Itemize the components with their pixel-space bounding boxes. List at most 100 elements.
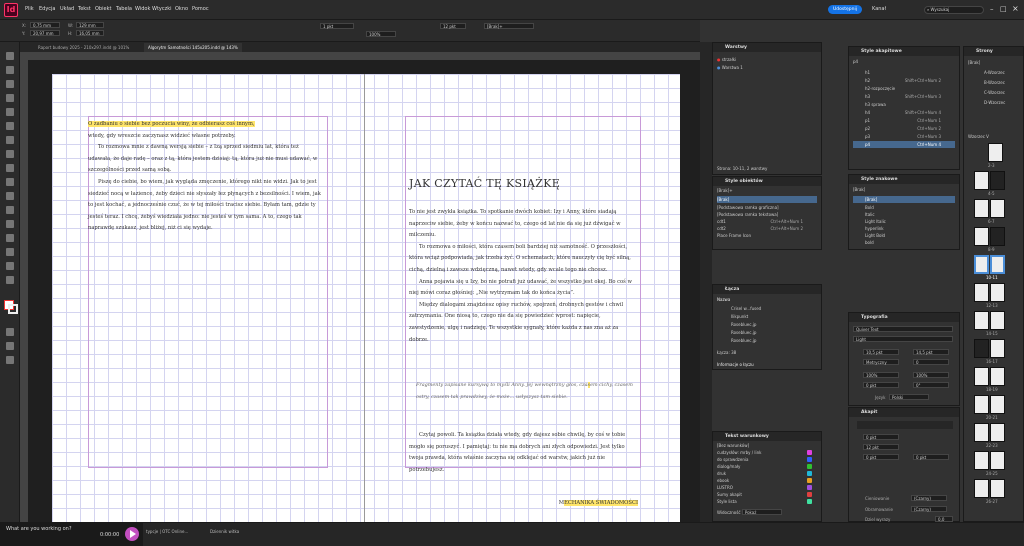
object-style-item[interactable]: [Brak] bbox=[717, 196, 817, 203]
line-tool-icon[interactable] bbox=[6, 122, 14, 130]
visibility-dropdown[interactable]: Pokaż bbox=[741, 509, 782, 515]
link-row[interactable]: Crisel w...fused bbox=[717, 305, 817, 312]
font-family-dropdown[interactable]: Quiver Text bbox=[853, 326, 953, 332]
pencil-tool-icon[interactable] bbox=[6, 150, 14, 158]
character-styles-title[interactable]: Style znakowe bbox=[849, 175, 959, 184]
condition-row[interactable]: Sumy akapit bbox=[717, 491, 817, 498]
layer-row[interactable]: ● Warstwa 1 bbox=[717, 64, 817, 71]
gap-tool-icon[interactable] bbox=[6, 94, 14, 102]
paragraph-style-item[interactable]: p2 Ctrl+Num 2 bbox=[853, 125, 955, 132]
character-style-item[interactable]: hyperlink bbox=[853, 225, 955, 232]
condition-row[interactable]: druk bbox=[717, 470, 817, 477]
menu-edit[interactable]: Edycja bbox=[39, 6, 56, 12]
menu-object[interactable]: Obiekt bbox=[95, 6, 111, 12]
character-style-item[interactable]: Italic bbox=[853, 211, 955, 218]
pen-tool-icon[interactable] bbox=[6, 136, 14, 144]
gradient-tool-icon[interactable] bbox=[6, 220, 14, 228]
condition-row[interactable]: do sprawdzenia bbox=[717, 456, 817, 463]
menu-text[interactable]: Tekst bbox=[78, 6, 91, 12]
type-tool-icon[interactable] bbox=[6, 108, 14, 116]
menu-plugins[interactable]: Wtyczki bbox=[152, 6, 172, 12]
eyedropper-tool-icon[interactable] bbox=[6, 248, 14, 256]
layers-panel-title[interactable]: Warstwy bbox=[713, 43, 821, 52]
page-thumbnail[interactable] bbox=[990, 367, 1005, 386]
zoom-field[interactable]: 100% bbox=[366, 31, 396, 37]
vertical-ruler[interactable] bbox=[20, 60, 28, 522]
border-color-dropdown[interactable]: (Czarny) bbox=[911, 506, 947, 512]
apply-color-icon[interactable] bbox=[6, 342, 14, 350]
page-thumbnail[interactable] bbox=[990, 171, 1005, 190]
leading-field[interactable]: 14,5 pkt bbox=[913, 349, 949, 355]
object-style-dropdown[interactable]: [Brak]+ bbox=[484, 23, 534, 29]
paragraph-style-item[interactable]: h4 Shift+Ctrl+Num 4 bbox=[853, 109, 955, 116]
conditional-text-title[interactable]: Tekst warunkowy bbox=[713, 432, 821, 441]
condition-row[interactable]: cudzysłów: mrby / link bbox=[717, 449, 817, 456]
menu-window[interactable]: Okno bbox=[175, 6, 188, 12]
paragraph-style-item[interactable]: h3 Shift+Ctrl+Num 3 bbox=[853, 93, 955, 100]
page-thumbnail[interactable] bbox=[990, 227, 1005, 246]
zoom-tool-icon[interactable] bbox=[6, 276, 14, 284]
page-thumbnail-selected[interactable] bbox=[974, 255, 989, 274]
condition-row[interactable]: LUSTRO bbox=[717, 484, 817, 491]
object-style-item[interactable]: [Podstawowa ramka tekstowa] bbox=[717, 211, 817, 218]
object-style-item[interactable]: [Podstawowa ramka graficzna] bbox=[717, 204, 817, 211]
horizontal-ruler[interactable] bbox=[20, 52, 700, 60]
page-thumbnail[interactable] bbox=[974, 199, 989, 218]
note-tool-icon[interactable] bbox=[6, 234, 14, 242]
vertical-scale-field[interactable]: 100% bbox=[863, 372, 899, 378]
page-thumbnail[interactable] bbox=[990, 423, 1005, 442]
links-column-header[interactable]: Nazwa bbox=[717, 296, 817, 303]
right-page-text[interactable]: To nie jest zwykła książka. To spotkanie… bbox=[409, 207, 637, 346]
link-info-header[interactable]: Informacje o łączu bbox=[717, 361, 817, 368]
page-thumbnail[interactable] bbox=[974, 395, 989, 414]
master-d[interactable]: D-Wzorzec bbox=[968, 99, 1019, 106]
paragraph-style-item[interactable]: p1 Ctrl+Num 1 bbox=[853, 117, 955, 124]
italic-quote[interactable]: Fragmenty zapisane kursywą to myśli Anny… bbox=[416, 380, 638, 403]
tracker-prompt[interactable]: What are you working on? bbox=[6, 526, 71, 532]
page-thumbnail[interactable] bbox=[990, 311, 1005, 330]
app-logo[interactable]: Id bbox=[4, 3, 18, 17]
stroke-weight-field[interactable]: 1 pkt bbox=[320, 23, 354, 29]
left-page-text[interactable]: O zadbaniu o siebie bez poczucia winy, z… bbox=[88, 119, 324, 235]
page-tool-icon[interactable] bbox=[6, 80, 14, 88]
close-icon[interactable]: × bbox=[1012, 4, 1019, 13]
scissors-tool-icon[interactable] bbox=[6, 192, 14, 200]
link-row[interactable]: Rosebluec.jp bbox=[717, 329, 817, 336]
character-style-item[interactable]: Light Italic bbox=[853, 218, 955, 225]
page-thumbnail[interactable] bbox=[974, 227, 989, 246]
language-dropdown[interactable]: Polski bbox=[889, 394, 929, 400]
master-c[interactable]: C-Wzorzec bbox=[968, 89, 1019, 96]
paragraph-styles-title[interactable]: Style akapitowe bbox=[849, 47, 959, 56]
horizontal-scale-field[interactable]: 100% bbox=[913, 372, 949, 378]
right-page-text-2[interactable]: Czytaj powoli. Ta książka działa wtedy, … bbox=[409, 430, 637, 476]
tab-raport-budowy[interactable]: Raport budowy 2025 - 210x297.indd @ 101% bbox=[34, 43, 133, 52]
workspace-switcher[interactable]: Kanał bbox=[872, 6, 886, 12]
spread-10-11[interactable]: O zadbaniu o siebie bez poczucia winy, z… bbox=[52, 74, 680, 522]
screen-mode-icon[interactable] bbox=[6, 356, 14, 364]
page-thumbnail[interactable] bbox=[974, 311, 989, 330]
share-button[interactable]: Udostępnij bbox=[828, 5, 862, 14]
h-field[interactable]: 16,05 mm bbox=[76, 30, 104, 36]
object-styles-title[interactable]: Style obiektów bbox=[713, 177, 821, 186]
page-thumbnail[interactable] bbox=[988, 143, 1003, 162]
taskbar-item[interactable]: Dziennik witka bbox=[210, 529, 250, 539]
page-thumbnail[interactable] bbox=[974, 451, 989, 470]
search-input[interactable]: ⌕ Wyszukaj bbox=[924, 6, 984, 14]
character-style-item[interactable]: Light Bold bbox=[853, 232, 955, 239]
y-field[interactable]: 20,97 mm bbox=[30, 30, 60, 36]
paragraph-style-item[interactable]: h2-rozpoczęcie bbox=[853, 85, 955, 92]
free-transform-tool-icon[interactable] bbox=[6, 206, 14, 214]
kerning-field[interactable]: Metryczny bbox=[863, 359, 899, 365]
condition-row[interactable]: dialog/mały bbox=[717, 463, 817, 470]
pasteboard[interactable]: O zadbaniu o siebie bez poczucia winy, z… bbox=[28, 60, 700, 522]
paragraph-panel-title[interactable]: Akapit bbox=[849, 408, 959, 417]
first-line-indent-field[interactable]: 12 pkt bbox=[863, 444, 899, 450]
menu-file[interactable]: Plik bbox=[25, 6, 34, 12]
baseline-shift-field[interactable]: 0 pkt bbox=[863, 382, 899, 388]
play-icon[interactable] bbox=[125, 527, 139, 541]
paragraph-style-item[interactable]: p3 Ctrl+Num 3 bbox=[853, 133, 955, 140]
page-thumbnail[interactable] bbox=[974, 171, 989, 190]
pages-panel-title[interactable]: Strony bbox=[964, 47, 1023, 56]
page-thumbnail[interactable] bbox=[990, 199, 1005, 218]
signature[interactable]: MECHANIKA ŚWIADOMOŚCI bbox=[546, 500, 638, 506]
